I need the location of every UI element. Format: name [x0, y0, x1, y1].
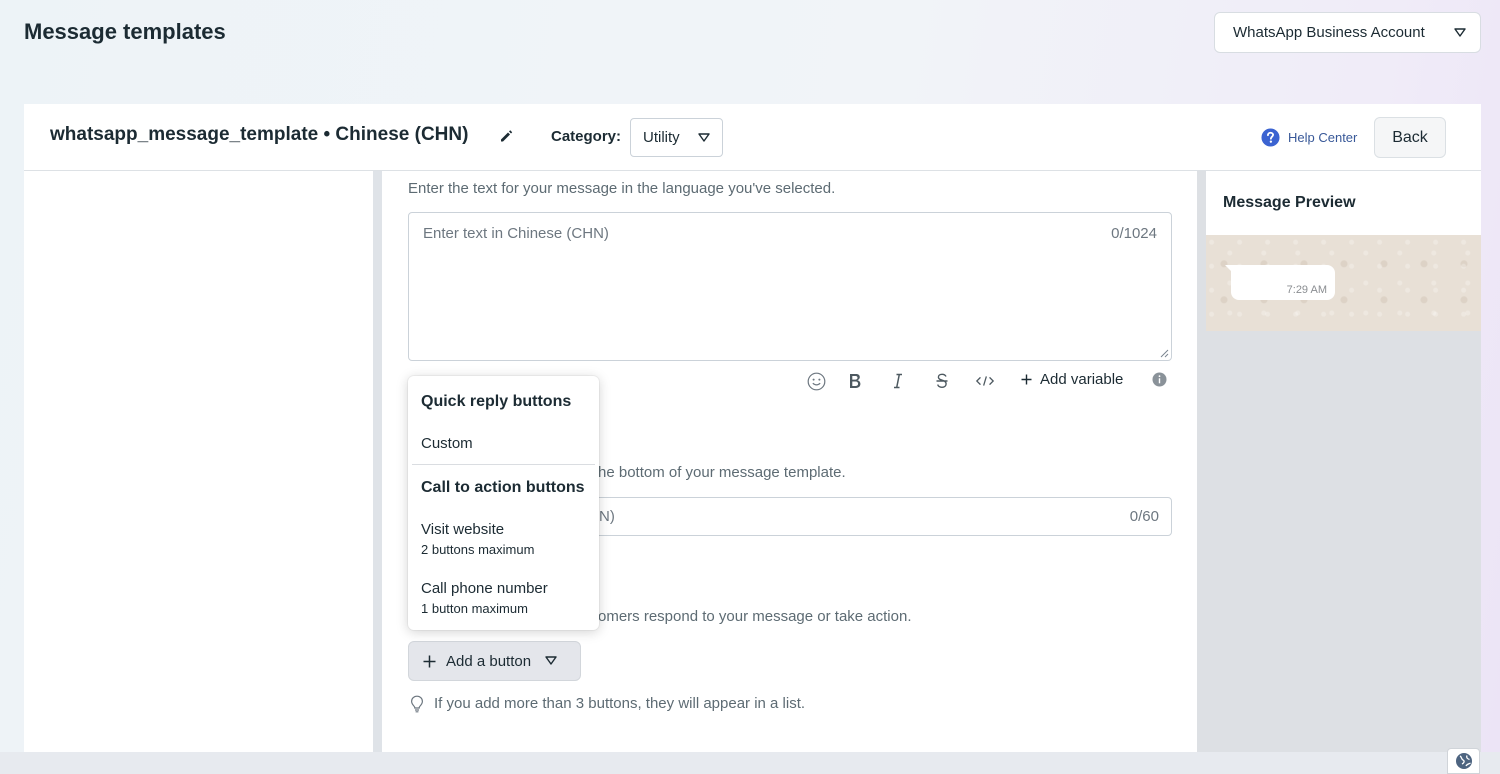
menu-item-visit-website[interactable]: Visit website [421, 521, 504, 538]
bold-icon[interactable] [845, 371, 865, 391]
editor-header: whatsapp_message_template • Chinese (CHN… [24, 104, 1481, 171]
chat-background: 7:29 AM [1206, 235, 1481, 331]
column-divider [373, 171, 382, 752]
add-button-dropdown[interactable]: Add a button [408, 641, 581, 681]
page-title: Message templates [24, 19, 226, 44]
call-phone-limit: 1 button maximum [421, 601, 528, 616]
visit-website-limit: 2 buttons maximum [421, 542, 535, 557]
add-button-menu: Quick reply buttons Custom Call to actio… [408, 376, 599, 630]
footer-placeholder: N) [599, 508, 615, 525]
left-column [24, 171, 373, 752]
template-editor-card: whatsapp_message_template • Chinese (CHN… [24, 104, 1481, 752]
footer-char-count: 0/60 [1129, 508, 1159, 525]
menu-item-custom[interactable]: Custom [421, 435, 473, 452]
cta-heading: Call to action buttons [421, 479, 585, 496]
menu-separator [412, 464, 595, 465]
chevron-down-icon [1454, 27, 1466, 37]
formatting-toolbar: Add variable [806, 369, 1176, 393]
plus-icon [1021, 374, 1032, 385]
body-placeholder: Enter text in Chinese (CHN) [423, 225, 609, 242]
add-variable-button[interactable]: Add variable [1021, 371, 1123, 388]
strikethrough-icon[interactable] [932, 371, 952, 391]
message-time: 7:29 AM [1286, 284, 1327, 296]
add-button-label: Add a button [446, 652, 532, 670]
category-label: Category: [551, 128, 622, 145]
info-icon[interactable] [1152, 372, 1167, 387]
menu-item-call-phone[interactable]: Call phone number [421, 580, 548, 597]
body-char-count: 0/1024 [1111, 225, 1157, 242]
emoji-icon[interactable] [806, 371, 826, 391]
help-icon[interactable] [1261, 128, 1280, 147]
resize-grip-icon[interactable] [1160, 349, 1169, 358]
footer-hint: he bottom of your message template. [598, 464, 846, 481]
help-center-link[interactable]: Help Center [1288, 130, 1357, 145]
body-textarea[interactable]: Enter text in Chinese (CHN) 0/1024 [408, 212, 1172, 361]
preview-title: Message Preview [1206, 171, 1481, 235]
code-icon[interactable] [975, 371, 995, 391]
pencil-icon[interactable] [498, 128, 514, 144]
body-hint: Enter the text for your message in the l… [408, 180, 836, 197]
category-value: Utility [643, 129, 680, 146]
bottom-strip [0, 752, 1500, 774]
chevron-down-icon [698, 132, 710, 142]
buttons-tip: If you add more than 3 buttons, they wil… [434, 695, 806, 712]
italic-icon[interactable] [888, 371, 908, 391]
language-button[interactable] [1447, 748, 1480, 774]
plus-icon [423, 655, 436, 667]
category-select[interactable]: Utility [630, 118, 723, 157]
buttons-hint: omers respond to your message or take ac… [598, 608, 912, 625]
message-bubble: 7:29 AM [1225, 265, 1335, 300]
back-button[interactable]: Back [1374, 117, 1446, 158]
template-name: whatsapp_message_template • Chinese (CHN… [50, 124, 469, 145]
account-selector-label: WhatsApp Business Account [1233, 24, 1425, 41]
preview-column: Message Preview 7:29 AM [1197, 171, 1481, 752]
account-selector[interactable]: WhatsApp Business Account [1214, 12, 1481, 53]
add-variable-label: Add variable [1040, 371, 1124, 388]
globe-icon [1455, 753, 1472, 769]
lightbulb-icon [410, 695, 424, 713]
quick-reply-heading: Quick reply buttons [421, 393, 572, 410]
chevron-down-icon [545, 656, 557, 665]
